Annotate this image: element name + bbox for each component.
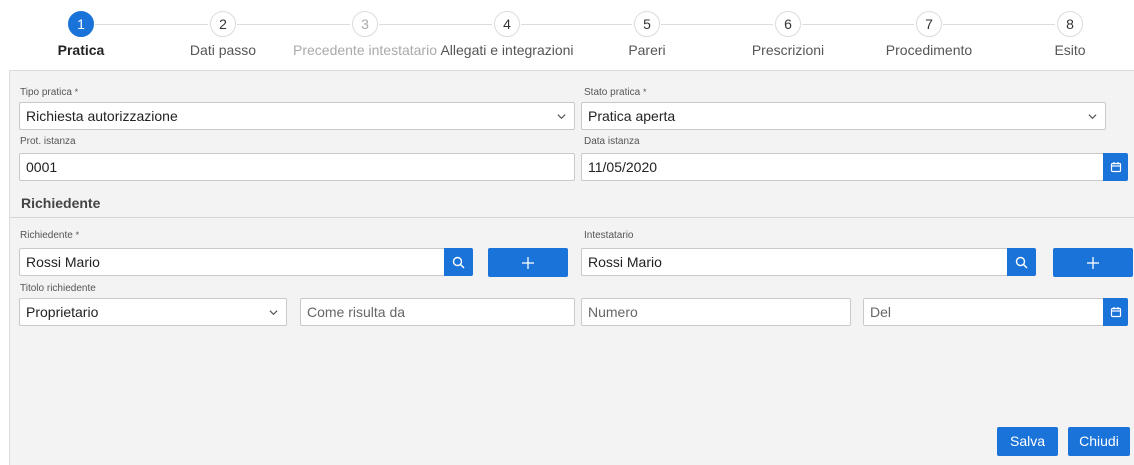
close-button[interactable]: Chiudi: [1068, 427, 1130, 456]
data-istanza-label: Data istanza: [584, 136, 640, 147]
search-icon: [1015, 256, 1028, 268]
del-calendar-button[interactable]: [1103, 298, 1128, 326]
intestatario-search-button[interactable]: [1007, 248, 1036, 276]
del-date-input[interactable]: Del: [863, 298, 1104, 326]
step-label: Prescrizioni: [751, 42, 825, 58]
come-risulta-da-input[interactable]: Come risulta da: [300, 298, 575, 326]
search-icon: [452, 256, 465, 268]
step-connector: [379, 24, 492, 25]
step-connector: [95, 24, 208, 25]
form-panel: Tipo pratica * Richiesta autorizzazione …: [9, 70, 1134, 465]
tipo-pratica-value: Richiesta autorizzazione: [26, 108, 178, 124]
step-connector: [943, 24, 1055, 25]
tipo-pratica-select[interactable]: Richiesta autorizzazione: [19, 102, 575, 130]
step-number: 2: [210, 11, 236, 37]
richiedente-input[interactable]: Rossi Mario: [19, 248, 445, 276]
chevron-down-icon: [1088, 114, 1097, 120]
prot-istanza-input[interactable]: 0001: [19, 153, 575, 181]
step-number: 1: [68, 11, 94, 37]
stato-pratica-select[interactable]: Pratica aperta: [581, 102, 1106, 130]
data-istanza-calendar-button[interactable]: [1103, 153, 1128, 181]
step-number: 7: [916, 11, 942, 37]
required-mark: *: [74, 87, 79, 97]
calendar-icon: [1110, 307, 1121, 318]
richiedente-add-button[interactable]: [488, 248, 568, 277]
stato-pratica-value: Pratica aperta: [588, 108, 676, 124]
titolo-richiedente-select[interactable]: Proprietario: [19, 298, 287, 326]
richiedente-label: Richiedente *: [20, 230, 79, 241]
intestatario-label: Intestatario: [584, 230, 634, 241]
step-number: 5: [634, 11, 660, 37]
step-connector: [661, 24, 773, 25]
tipo-pratica-label-text: Tipo pratica: [20, 87, 72, 98]
richiedente-label-text: Richiedente: [20, 230, 73, 241]
intestatario-input[interactable]: Rossi Mario: [581, 248, 1008, 276]
step-label: Pratica: [57, 42, 105, 58]
titolo-richiedente-label: Titolo richiedente: [20, 283, 96, 294]
step-label: Pareri: [628, 42, 666, 58]
plus-icon: [522, 256, 534, 269]
stato-pratica-label: Stato pratica *: [584, 87, 646, 98]
data-istanza-input[interactable]: 11/05/2020: [581, 153, 1104, 181]
step-number: 6: [775, 11, 801, 37]
required-mark: *: [75, 230, 80, 240]
calendar-icon: [1110, 162, 1121, 173]
step-label: Allegati e integrazioni: [440, 42, 574, 58]
step-connector: [802, 24, 914, 25]
plus-icon: [1087, 256, 1099, 269]
step-number: 4: [494, 11, 520, 37]
section-divider: [10, 217, 1134, 218]
step-number: 3: [352, 11, 378, 37]
chevron-down-icon: [557, 114, 566, 120]
step-number: 8: [1057, 11, 1083, 37]
step-label: Dati passo: [189, 42, 257, 58]
wizard-stepper: 1 Pratica 2 Dati passo 3 Precedente inte…: [0, 0, 1134, 70]
required-mark: *: [642, 87, 647, 97]
prot-istanza-label: Prot. istanza: [20, 136, 76, 147]
tipo-pratica-label: Tipo pratica *: [20, 87, 78, 98]
save-button[interactable]: Salva: [997, 427, 1058, 456]
step-label: Precedente intestatario: [293, 42, 437, 58]
numero-input[interactable]: Numero: [581, 298, 851, 326]
step-label: Procedimento: [885, 42, 973, 58]
step-label: Esito: [1054, 42, 1086, 58]
richiedente-search-button[interactable]: [444, 248, 473, 276]
chevron-down-icon: [269, 310, 278, 316]
step-connector: [521, 24, 632, 25]
intestatario-add-button[interactable]: [1053, 248, 1133, 277]
section-richiedente-title: Richiedente: [21, 195, 101, 211]
step-connector: [237, 24, 350, 25]
stato-pratica-label-text: Stato pratica: [584, 87, 641, 98]
titolo-richiedente-value: Proprietario: [26, 304, 99, 320]
